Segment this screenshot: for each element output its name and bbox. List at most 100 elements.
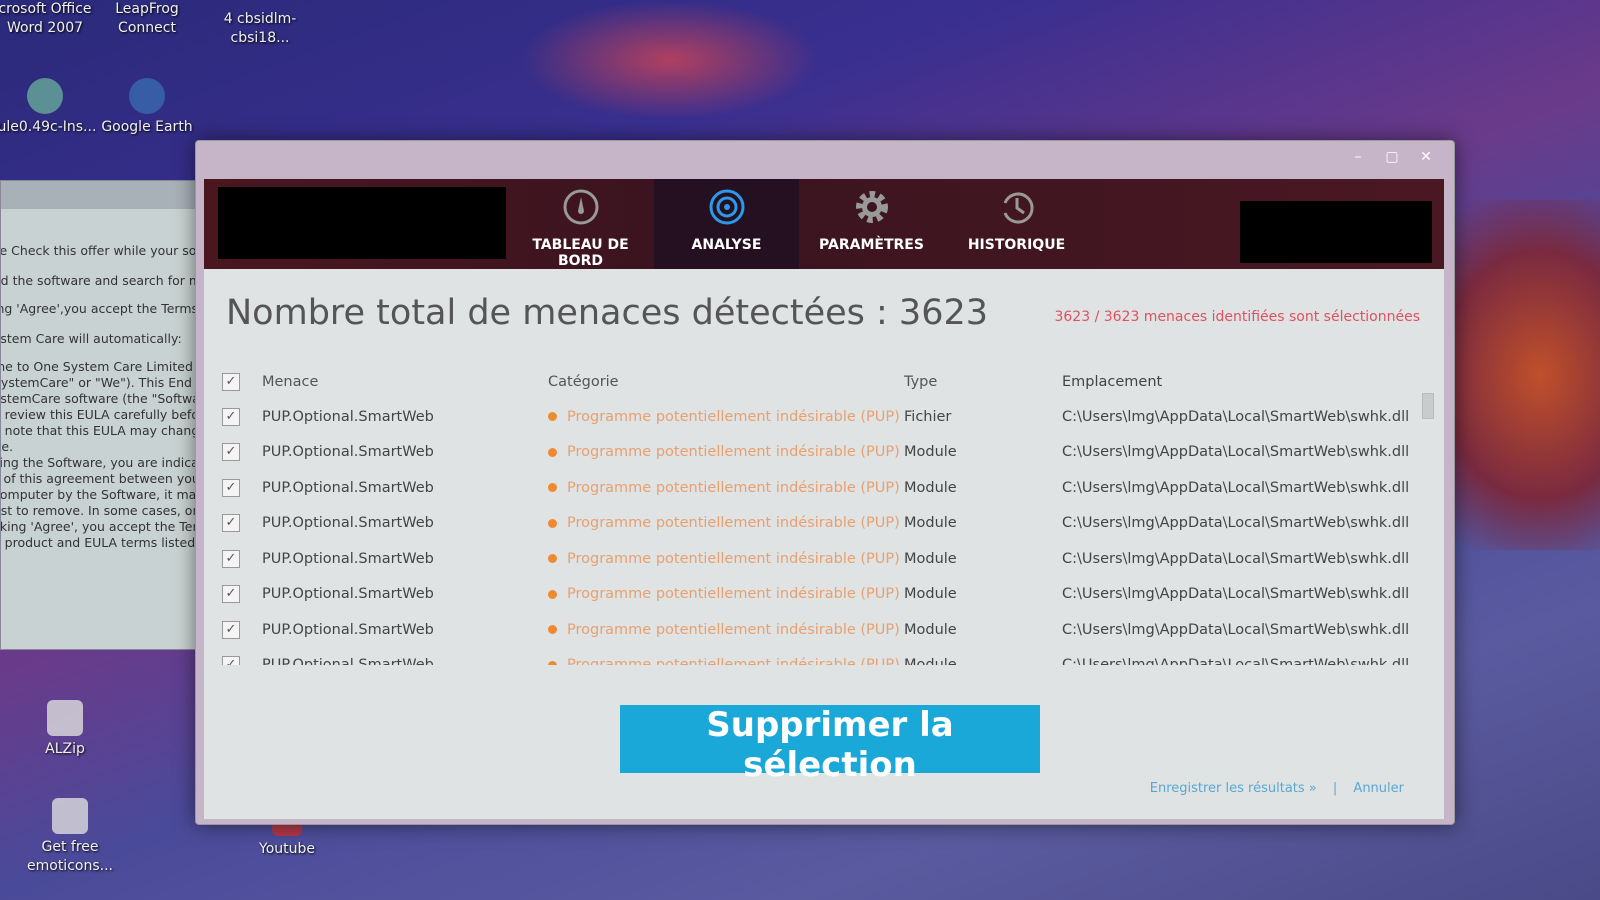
table-row[interactable]: ✓ PUP.Optional.SmartWeb Programme potent…	[216, 612, 1426, 648]
eula-text-line: e product and EULA terms listed her	[1, 535, 199, 550]
table-row[interactable]: ✓ PUP.Optional.SmartWeb Programme potent…	[216, 577, 1426, 613]
category-dot-icon	[548, 554, 557, 564]
category-dot-icon	[548, 589, 557, 599]
table-row[interactable]: ✓ PUP.Optional.SmartWeb Programme potent…	[216, 541, 1426, 577]
row-checkbox[interactable]: ✓	[222, 407, 240, 426]
eula-text-line: e note that this EULA may change	[0, 423, 200, 438]
eula-text-line: est to remove. In some cases, one	[0, 503, 200, 518]
row-checkbox[interactable]: ✓	[222, 585, 240, 604]
table-row[interactable]: ✓ PUP.Optional.SmartWeb Programme potent…	[216, 506, 1426, 542]
threat-name: PUP.Optional.SmartWeb	[262, 657, 548, 665]
column-header-emplacement[interactable]: Emplacement	[1062, 374, 1426, 390]
threat-type: Module	[904, 586, 957, 603]
table-scrollbar[interactable]	[1422, 379, 1434, 659]
threat-location: C:\Users\lmg\AppData\Local\SmartWeb\swhk…	[1062, 444, 1410, 461]
row-checkbox[interactable]: ✓	[222, 478, 240, 497]
emoticons-icon	[52, 798, 88, 834]
delete-selection-button[interactable]: Supprimer la sélection	[620, 705, 1040, 785]
desktop-icon-google-earth[interactable]: Google Earth	[92, 78, 202, 137]
desktop-icon-alzip[interactable]: ALZip	[10, 700, 120, 759]
desktop-icon-leapfrog[interactable]: LeapFrog Connect	[92, 0, 202, 38]
antimalware-window: – ▢ ✕ TABLEAU DE BORD ANALYSE PARAMÈTRES…	[195, 140, 1455, 825]
threat-type: Module	[904, 444, 957, 461]
eula-text-line: computer by the Software, it may c	[0, 487, 200, 502]
maximize-button[interactable]: ▢	[1382, 149, 1402, 165]
threat-name: PUP.Optional.SmartWeb	[262, 621, 434, 638]
threat-name: PUP.Optional.SmartWeb	[262, 444, 434, 461]
desktop-icon-youtube[interactable]: Youtube	[232, 822, 342, 859]
tab-analyse[interactable]: ANALYSE	[654, 179, 799, 269]
column-header-categorie[interactable]: Catégorie	[548, 374, 904, 390]
threat-category: Programme potentiellement indésirable (P…	[548, 444, 904, 460]
threat-location: C:\Users\lmg\AppData\Local\SmartWeb\swhk…	[1062, 586, 1410, 603]
row-checkbox[interactable]: ✓	[222, 443, 240, 462]
eula-text-line: se Check this offer while your soft	[0, 243, 200, 258]
redacted-area	[1240, 201, 1432, 263]
page-title: Nombre total de menaces détectées : 3623	[226, 293, 989, 333]
eula-window: g se Check this offer while your soft ad t…	[0, 180, 200, 650]
table-row[interactable]: ✓ PUP.Optional.SmartWeb Programme potent…	[216, 399, 1426, 435]
row-checkbox[interactable]: ✓	[222, 549, 240, 568]
column-header-type[interactable]: Type	[904, 374, 1062, 390]
eula-text-line: sing the Software, you are indicatin	[0, 455, 200, 470]
desktop-icon-installer[interactable]: lule0.49c-Ins...	[0, 78, 100, 137]
window-controls: – ▢ ✕	[1348, 149, 1436, 165]
category-dot-icon	[548, 660, 557, 665]
threat-location: C:\Users\lmg\AppData\Local\SmartWeb\swhk…	[1062, 657, 1426, 665]
threat-category: Programme potentiellement indésirable (P…	[548, 622, 904, 638]
threat-type: Module	[904, 515, 957, 532]
threat-type: Fichier	[904, 408, 952, 425]
category-dot-icon	[548, 412, 557, 422]
row-checkbox[interactable]: ✓	[222, 620, 240, 639]
cancel-link[interactable]: Annuler	[1353, 781, 1404, 796]
threat-category: Programme potentiellement indésirable (P…	[548, 586, 904, 602]
close-button[interactable]: ✕	[1416, 149, 1436, 165]
threat-name: PUP.Optional.SmartWeb	[262, 586, 434, 603]
threat-location: C:\Users\lmg\AppData\Local\SmartWeb\swhk…	[1062, 479, 1410, 496]
table-row[interactable]: ✓ PUP.Optional.SmartWeb Programme potent…	[216, 470, 1426, 506]
threat-name: PUP.Optional.SmartWeb	[262, 550, 434, 567]
tab-tableau-de-bord[interactable]: TABLEAU DE BORD	[508, 179, 653, 269]
row-checkbox[interactable]: ✓	[222, 656, 240, 665]
threat-type: Module	[904, 479, 957, 496]
selection-status: 3623 / 3623 menaces identifiées sont sél…	[1054, 309, 1420, 325]
minimize-button[interactable]: –	[1348, 149, 1368, 165]
table-header: ✓ Menace Catégorie Type Emplacement	[216, 365, 1426, 399]
threat-location: C:\Users\lmg\AppData\Local\SmartWeb\swhk…	[1062, 408, 1410, 425]
threat-location: C:\Users\lmg\AppData\Local\SmartWeb\swhk…	[1062, 621, 1410, 638]
category-dot-icon	[548, 483, 557, 493]
gauge-icon	[563, 189, 598, 225]
threat-name: PUP.Optional.SmartWeb	[262, 515, 434, 532]
save-results-link[interactable]: Enregistrer les résultats »	[1150, 781, 1317, 796]
desktop-icon-cbsidlm[interactable]: 4 cbsidlm-cbsi18...	[205, 10, 315, 48]
desktop-icon-word[interactable]: crosoft Office Word 2007	[0, 0, 100, 38]
footer-links: Enregistrer les résultats » | Annuler	[1138, 781, 1404, 796]
column-header-menace[interactable]: Menace	[262, 374, 548, 390]
tab-parametres[interactable]: PARAMÈTRES	[799, 179, 944, 269]
threat-category: Programme potentiellement indésirable (P…	[548, 515, 904, 531]
category-dot-icon	[548, 625, 557, 635]
installer-icon	[27, 78, 63, 114]
category-dot-icon	[548, 518, 557, 528]
eula-titlebar	[1, 181, 199, 209]
eula-text-line: ite.	[1, 439, 14, 454]
select-all-checkbox[interactable]: ✓	[222, 373, 240, 391]
eula-text-line: ing 'Agree',you accept the Terms	[0, 301, 199, 316]
threat-type: Module	[904, 550, 957, 567]
desktop-icon-emoticons[interactable]: Get free emoticons...	[15, 798, 125, 876]
globe-icon	[129, 78, 165, 114]
row-checkbox[interactable]: ✓	[222, 514, 240, 533]
eula-text-line: ystem Care will automatically:	[0, 331, 182, 346]
app-header: TABLEAU DE BORD ANALYSE PARAMÈTRES HISTO…	[204, 179, 1444, 269]
category-dot-icon	[548, 447, 557, 457]
wallpaper-glow	[520, 0, 820, 120]
tab-historique[interactable]: HISTORIQUE	[944, 179, 1089, 269]
scrollbar-thumb[interactable]	[1422, 393, 1434, 419]
table-row[interactable]: ✓ PUP.Optional.SmartWeb Programme potent…	[216, 435, 1426, 471]
threat-category: Programme potentiellement indésirable (P…	[548, 657, 904, 665]
threat-location: C:\Users\lmg\AppData\Local\SmartWeb\swhk…	[1062, 515, 1410, 532]
history-icon	[1003, 192, 1033, 224]
eula-text-line: cking 'Agree', you accept the Terms	[0, 519, 199, 534]
link-separator: |	[1332, 781, 1338, 796]
table-row[interactable]: ✓ PUP.Optional.SmartWeb Programme potent…	[216, 648, 1426, 665]
